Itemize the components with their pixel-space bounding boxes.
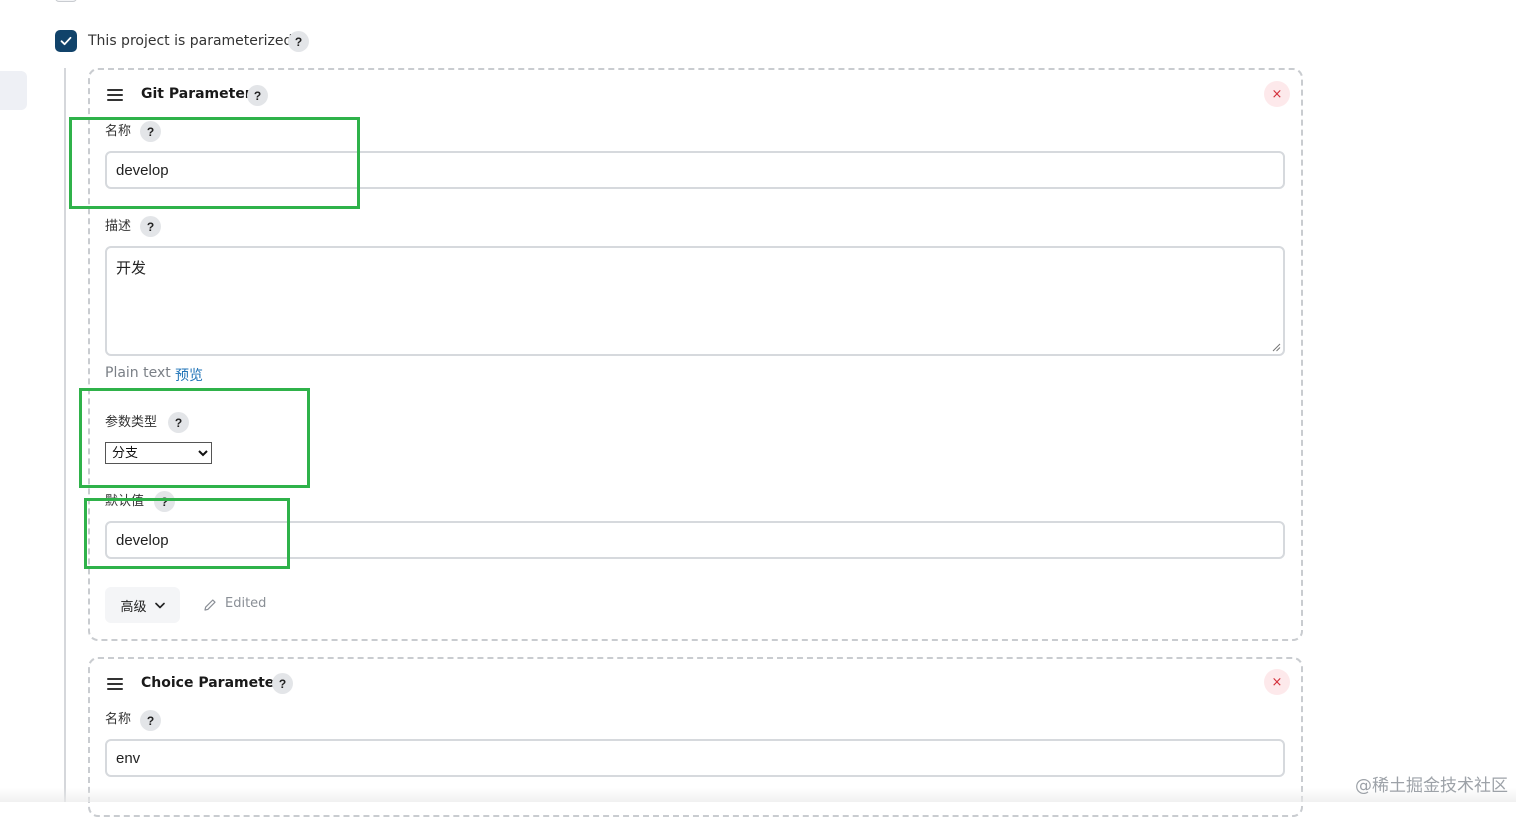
sidebar-tab[interactable] bbox=[0, 71, 27, 110]
parameterized-label: This project is parameterized bbox=[88, 33, 293, 49]
drag-handle-icon[interactable] bbox=[107, 89, 123, 101]
checkbox-stub[interactable] bbox=[55, 0, 77, 2]
drag-handle-icon[interactable] bbox=[107, 678, 123, 690]
description-textarea[interactable]: 开发 bbox=[105, 246, 1285, 356]
edited-label: Edited bbox=[225, 596, 267, 611]
description-label: 描述 bbox=[105, 219, 132, 234]
parameterized-checkbox[interactable] bbox=[55, 30, 77, 52]
check-icon bbox=[60, 36, 72, 46]
help-icon[interactable]: ? bbox=[288, 31, 309, 52]
git-parameter-title: Git Parameter bbox=[141, 86, 252, 102]
close-icon[interactable]: × bbox=[1264, 81, 1290, 107]
highlight-box-type bbox=[79, 388, 310, 488]
advanced-button[interactable]: 高级 bbox=[105, 587, 180, 623]
choice-name-input[interactable] bbox=[105, 739, 1285, 777]
watermark: @稀土掘金技术社区 bbox=[1355, 776, 1508, 796]
close-icon[interactable]: × bbox=[1264, 669, 1290, 695]
section-divider bbox=[64, 68, 66, 802]
help-icon[interactable]: ? bbox=[140, 216, 161, 237]
highlight-box-default bbox=[84, 498, 290, 569]
advanced-label: 高级 bbox=[120, 599, 147, 615]
preview-link[interactable]: 预览 bbox=[175, 365, 203, 385]
name-label: 名称 bbox=[105, 712, 132, 727]
bottom-fade bbox=[0, 788, 1516, 802]
choice-parameter-title: Choice Parameter bbox=[141, 675, 282, 691]
format-text: Plain text bbox=[105, 365, 171, 381]
help-icon[interactable]: ? bbox=[140, 710, 161, 731]
chevron-down-icon bbox=[154, 602, 165, 608]
help-icon[interactable]: ? bbox=[272, 673, 293, 694]
highlight-box-name bbox=[69, 117, 360, 209]
pencil-icon bbox=[204, 599, 216, 611]
help-icon[interactable]: ? bbox=[247, 85, 268, 106]
resize-handle-icon[interactable] bbox=[1271, 342, 1281, 352]
